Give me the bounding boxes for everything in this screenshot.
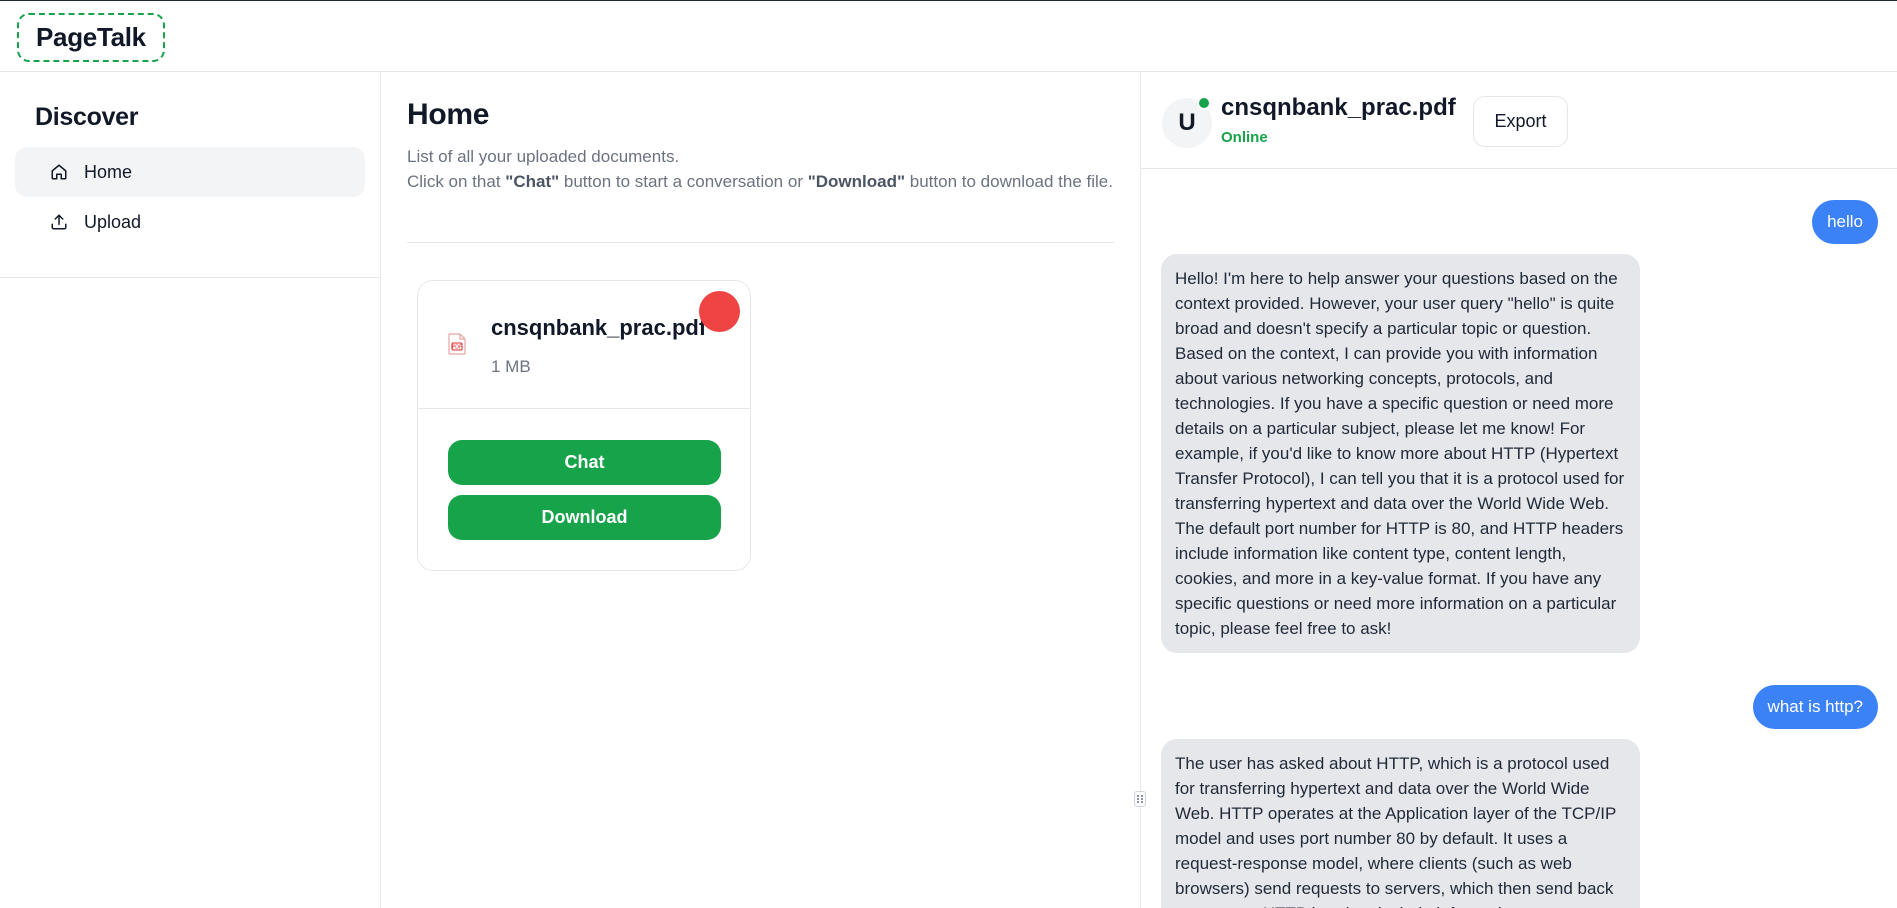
sidebar-item-label: Home [84, 161, 133, 182]
sidebar-item-label: Upload [84, 211, 142, 232]
page-title: Home [407, 98, 490, 131]
assistant-message: Hello! I'm here to help answer your ques… [1161, 254, 1640, 653]
description-text: button to download the file. [905, 172, 1113, 191]
main-content: Home List of all your uploaded documents… [381, 72, 1141, 908]
page-description: List of all your uploaded documents. Cli… [407, 144, 1122, 194]
svg-text:PDF: PDF [452, 345, 462, 351]
online-status-dot [1197, 96, 1211, 110]
description-download-keyword: "Download" [807, 172, 906, 191]
sidebar-heading: Discover [35, 103, 139, 131]
app-logo[interactable]: PageTalk [17, 13, 165, 62]
chat-status: Online [1221, 129, 1268, 146]
description-line-1: List of all your uploaded documents. [407, 147, 680, 166]
chat-header: U cnsqnbank_prac.pdf Online Export [1141, 72, 1897, 169]
status-indicator-dot [699, 291, 740, 332]
drag-handle-icon [1137, 795, 1143, 803]
document-card-header: PDF cnsqnbank_prac.pdf 1 MB [418, 281, 750, 409]
sidebar-nav: Discover Home Upload [0, 72, 380, 278]
assistant-message: The user has asked about HTTP, which is … [1161, 739, 1640, 908]
description-chat-keyword: "Chat" [505, 172, 560, 191]
home-icon [49, 162, 69, 182]
description-line-2: Click on that "Chat" button to start a c… [407, 169, 1122, 194]
panel-resize-handle[interactable] [1134, 791, 1146, 807]
divider [407, 242, 1114, 243]
description-text: Click on that [407, 172, 506, 191]
pdf-file-icon: PDF [448, 333, 466, 355]
document-size: 1 MB [491, 357, 531, 376]
description-text: button to start a conversation or [559, 172, 808, 191]
chat-panel: U cnsqnbank_prac.pdf Online Export hello… [1141, 72, 1897, 908]
message-list[interactable]: hello Hello! I'm here to help answer you… [1141, 170, 1897, 908]
user-message: what is http? [1752, 685, 1878, 729]
sidebar-item-upload[interactable]: Upload [15, 197, 365, 247]
document-name: cnsqnbank_prac.pdf [491, 315, 707, 340]
download-button[interactable]: Download [448, 495, 721, 540]
chat-title: cnsqnbank_prac.pdf [1221, 94, 1456, 121]
document-card: PDF cnsqnbank_prac.pdf 1 MB Chat Downloa… [417, 280, 751, 571]
chat-button[interactable]: Chat [448, 440, 721, 485]
sidebar: Discover Home Upload [0, 72, 381, 908]
top-bar: PageTalk [0, 0, 1897, 72]
upload-icon [49, 212, 69, 232]
sidebar-item-home[interactable]: Home [15, 147, 365, 197]
user-message: hello [1812, 200, 1878, 244]
export-button[interactable]: Export [1473, 96, 1568, 147]
